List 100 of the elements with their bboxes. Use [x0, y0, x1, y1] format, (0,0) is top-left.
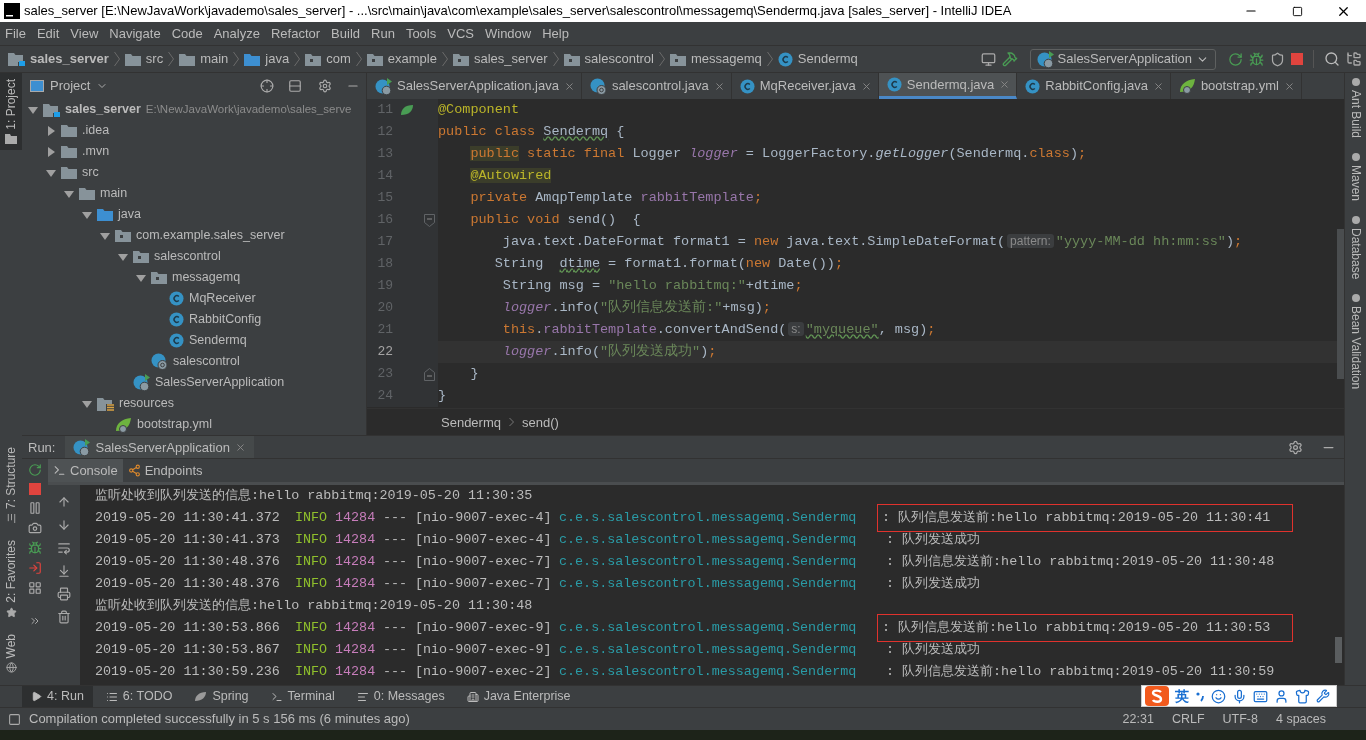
tool-window-tab[interactable]: Maven [1346, 152, 1365, 202]
tree-toggle[interactable] [136, 272, 146, 283]
print-icon[interactable] [57, 587, 71, 602]
tree-toggle[interactable] [46, 167, 56, 178]
tree-toggle[interactable] [28, 104, 38, 115]
fold-marker-icon[interactable] [424, 213, 435, 227]
stop-icon[interactable] [29, 483, 41, 496]
tree-item-label[interactable]: Sendermq [189, 331, 247, 350]
tool-window-tab[interactable]: Bean Validation [1346, 293, 1365, 390]
breadcrumb-item[interactable]: Sendermq [797, 49, 858, 69]
breadcrumb-item[interactable]: sales_server [473, 49, 548, 69]
punctuation-icon[interactable] [1195, 690, 1205, 702]
tree-item-label[interactable]: src [82, 163, 99, 182]
tool-tab[interactable]: Java Enterprise [457, 686, 580, 707]
tree-toggle[interactable] [64, 188, 74, 199]
search-icon[interactable] [1324, 51, 1340, 67]
tool-window-tab[interactable]: Ant Build [1346, 77, 1365, 139]
tree-item-label[interactable]: salescontrol [173, 352, 240, 371]
menu-item[interactable]: Window [484, 23, 532, 44]
scroll-end-icon[interactable] [57, 564, 71, 579]
menu-item[interactable]: VCS [447, 23, 474, 44]
rerun-icon[interactable] [1228, 51, 1243, 67]
menu-item[interactable]: View [70, 23, 99, 44]
microphone-icon[interactable] [1232, 688, 1247, 704]
status-item[interactable]: CRLF [1171, 709, 1205, 729]
status-item[interactable]: UTF-8 [1222, 709, 1258, 729]
tool-tab[interactable]: 4: Run [22, 686, 93, 707]
close-tab-icon[interactable] [563, 80, 575, 92]
settings-icon[interactable] [1288, 439, 1303, 455]
tree-toggle[interactable] [46, 125, 56, 136]
tree-item-label[interactable]: bootstrap.yml [137, 415, 213, 434]
tree-toggle[interactable] [46, 146, 56, 157]
tool-window-tab[interactable]: 1: Project [0, 73, 22, 150]
console-tab[interactable]: Endpoints [122, 459, 208, 483]
tree-toggle[interactable] [82, 398, 92, 409]
breadcrumb-item[interactable]: salescontrol [584, 49, 654, 69]
tool-window-tab[interactable]: 7: Structure [0, 442, 22, 528]
breadcrumb-item[interactable]: messagemq [691, 49, 762, 69]
ime-mode[interactable]: 英 [1175, 685, 1189, 707]
menu-item[interactable]: Run [371, 23, 395, 44]
status-item[interactable]: 4 spaces [1275, 709, 1326, 729]
run-tab[interactable]: SalesServerApplication [65, 436, 254, 459]
wrap-icon[interactable] [57, 541, 71, 556]
close-tab-icon[interactable] [234, 441, 246, 453]
down-icon[interactable] [57, 518, 71, 533]
editor-tab[interactable]: bootstrap.yml [1170, 73, 1302, 99]
tree-item-label[interactable]: resources [119, 394, 174, 413]
exit-icon[interactable] [28, 561, 42, 576]
menu-item[interactable]: Code [171, 23, 203, 44]
layout-icon[interactable] [28, 581, 42, 596]
rerun-icon[interactable] [28, 463, 42, 478]
close-tab-icon[interactable] [860, 80, 872, 92]
tree-toggle[interactable] [100, 230, 110, 241]
tree-item-label[interactable]: sales_server [65, 100, 141, 119]
breadcrumb-item[interactable]: main [200, 49, 229, 69]
tree-item-label[interactable]: messagemq [172, 268, 241, 287]
debug-icon[interactable] [1249, 51, 1264, 67]
menu-item[interactable]: Tools [405, 23, 437, 44]
editor-tab[interactable]: RabbitConfig.java [1017, 73, 1171, 99]
breadcrumb-item[interactable]: src [145, 49, 164, 69]
camera-icon[interactable] [28, 521, 42, 536]
run-config-dropdown[interactable]: SalesServerApplication [1029, 48, 1216, 70]
editor-tab[interactable]: salescontrol.java [581, 73, 732, 99]
menu-item[interactable]: Refactor [270, 23, 321, 44]
tree-item-label[interactable]: salescontrol [154, 247, 221, 266]
menu-item[interactable]: File [5, 23, 26, 44]
tool-tab[interactable]: 6: TODO [96, 686, 182, 707]
tool-tab[interactable]: 0: Messages [347, 686, 454, 707]
tree-item-label[interactable]: .idea [82, 121, 110, 140]
menu-item[interactable]: Edit [36, 23, 60, 44]
tree-item-label[interactable]: java [118, 205, 141, 224]
tool-window-tab[interactable]: Web [0, 629, 22, 677]
scrollbar[interactable] [1337, 229, 1344, 379]
editor-breadcrumb[interactable]: send() [522, 412, 559, 433]
close-tab-icon[interactable] [1152, 80, 1164, 92]
locate-icon[interactable] [260, 79, 274, 93]
console-tab[interactable]: Console [48, 459, 123, 483]
tool-window-tab[interactable]: Database [1346, 215, 1365, 280]
wrench-icon[interactable] [1316, 689, 1330, 703]
close-tab-icon[interactable] [1283, 80, 1295, 92]
editor-tab[interactable]: Sendermq.java [878, 73, 1018, 99]
user-icon[interactable] [1274, 688, 1289, 704]
emoji-icon[interactable] [1211, 688, 1226, 704]
editor-tab[interactable]: MqReceiver.java [731, 73, 879, 99]
menu-item[interactable]: Analyze [213, 23, 260, 44]
keyboard-icon[interactable] [1253, 688, 1268, 704]
collapse-icon[interactable] [288, 79, 302, 93]
tree-toggle[interactable] [82, 209, 92, 220]
pause-icon[interactable] [28, 501, 42, 516]
breadcrumb-item[interactable]: sales_server [30, 49, 109, 69]
shirt-icon[interactable] [1295, 688, 1310, 704]
editor-breadcrumb[interactable]: Sendermq [441, 412, 501, 433]
tree-item-label[interactable]: .mvn [82, 142, 110, 161]
close-tab-icon[interactable] [999, 79, 1011, 90]
up-icon[interactable] [57, 495, 71, 510]
tree-item-label[interactable]: SalesServerApplication [155, 373, 285, 392]
tree-item-label[interactable]: main [100, 184, 128, 203]
status-item[interactable]: 22:31 [1122, 709, 1154, 729]
bean-icon[interactable] [400, 104, 414, 116]
tree-toggle[interactable] [118, 251, 128, 262]
